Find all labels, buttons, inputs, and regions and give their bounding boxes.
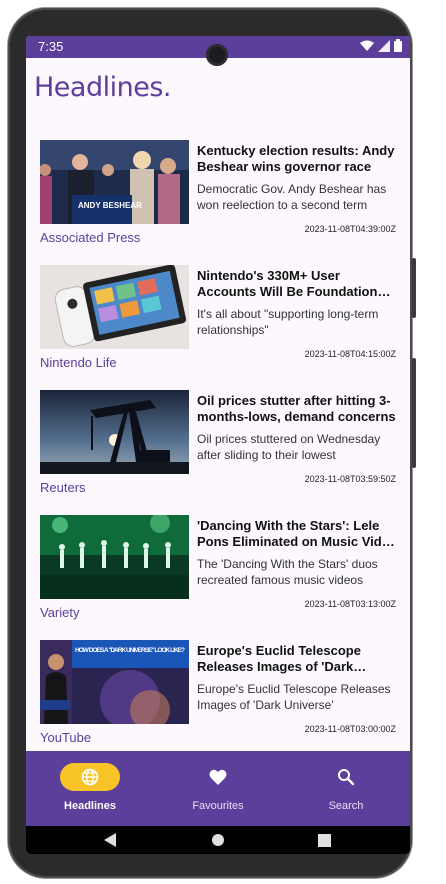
- power-button: [412, 258, 416, 318]
- bottom-navigation: Headlines Favourites Search: [26, 751, 410, 826]
- globe-icon: [81, 768, 99, 786]
- news-item[interactable]: 'Dancing With the Stars': Lele Pons Elim…: [26, 515, 410, 640]
- article-headline[interactable]: 'Dancing With the Stars': Lele Pons Elim…: [197, 518, 397, 550]
- phone-frame: 7:35 Headlines. ANDY BESHEAR Kentucky el…: [8, 8, 416, 878]
- nav-label: Favourites: [192, 800, 244, 812]
- system-navigation-bar: [26, 826, 410, 854]
- article-description: The 'Dancing With the Stars' duos recrea…: [197, 557, 378, 587]
- home-circle-icon: [212, 834, 224, 846]
- article-headline[interactable]: Europe's Euclid Telescope Releases Image…: [197, 643, 397, 675]
- article-timestamp: 2023-11-08T03:13:00Z: [304, 599, 396, 609]
- recents-button[interactable]: [304, 826, 344, 854]
- home-button[interactable]: [198, 826, 238, 854]
- news-item[interactable]: Oil prices stutter after hitting 3-month…: [26, 390, 410, 515]
- nav-icon-container: [316, 763, 376, 791]
- back-button[interactable]: [90, 826, 130, 854]
- signal-icon: [378, 39, 390, 52]
- article-description: Europe's Euclid Telescope Releases Image…: [197, 682, 391, 712]
- article-thumbnail: HOW DOES A "DARK UNIVERSE" LOOK LIKE?: [40, 640, 189, 724]
- article-source: YouTube: [40, 730, 92, 745]
- recents-square-icon: [317, 833, 331, 847]
- nav-label: Search: [328, 800, 364, 812]
- status-icons: [360, 39, 402, 52]
- heart-icon: [209, 769, 227, 785]
- back-triangle-icon: [104, 833, 116, 847]
- article-thumbnail: [40, 265, 189, 349]
- battery-icon: [394, 39, 402, 52]
- article-source: Reuters: [40, 480, 86, 495]
- news-item[interactable]: Nintendo's 330M+ User Accounts Will Be F…: [26, 265, 410, 390]
- volume-button: [412, 358, 416, 468]
- article-source: Variety: [40, 605, 80, 620]
- wifi-icon: [360, 40, 374, 51]
- article-timestamp: 2023-11-08T03:00:00Z: [304, 724, 396, 734]
- article-headline[interactable]: Oil prices stutter after hitting 3-month…: [197, 393, 397, 425]
- article-timestamp: 2023-11-08T04:15:00Z: [304, 349, 396, 359]
- nav-item-favourites[interactable]: Favourites: [154, 751, 282, 826]
- news-list[interactable]: ANDY BESHEAR Kentucky election results: …: [26, 140, 410, 765]
- article-source: Nintendo Life: [40, 355, 117, 370]
- nav-active-indicator: [60, 763, 120, 791]
- article-source: Associated Press: [40, 230, 141, 245]
- article-thumbnail: [40, 390, 189, 474]
- nav-item-headlines[interactable]: Headlines: [26, 751, 154, 826]
- article-timestamp: 2023-11-08T04:39:00Z: [304, 224, 396, 234]
- article-thumbnail: ANDY BESHEAR: [40, 140, 189, 224]
- thumbnail-text: ANDY BESHEAR: [78, 201, 142, 210]
- article-description: Oil prices stuttered on Wednesday after …: [197, 432, 381, 462]
- article-headline[interactable]: Kentucky election results: Andy Beshear …: [197, 143, 397, 175]
- article-thumbnail: [40, 515, 189, 599]
- nav-item-search[interactable]: Search: [282, 751, 410, 826]
- article-timestamp: 2023-11-08T03:59:50Z: [304, 474, 396, 484]
- article-description: Democratic Gov. Andy Beshear has won ree…: [197, 182, 387, 212]
- app-screen: 7:35 Headlines. ANDY BESHEAR Kentucky el…: [26, 36, 410, 854]
- news-item[interactable]: ANDY BESHEAR Kentucky election results: …: [26, 140, 410, 265]
- article-description: It's all about "supporting long-term rel…: [197, 307, 379, 337]
- nav-icon-container: [188, 763, 248, 791]
- app-title: Headlines.: [34, 72, 171, 103]
- search-icon: [338, 769, 355, 786]
- thumbnail-text: HOW DOES A "DARK UNIVERSE" LOOK LIKE?: [75, 647, 185, 654]
- front-camera: [206, 44, 228, 66]
- news-item[interactable]: HOW DOES A "DARK UNIVERSE" LOOK LIKE? Eu…: [26, 640, 410, 765]
- article-headline[interactable]: Nintendo's 330M+ User Accounts Will Be F…: [197, 268, 397, 300]
- status-time: 7:35: [38, 39, 64, 54]
- nav-label: Headlines: [64, 800, 116, 812]
